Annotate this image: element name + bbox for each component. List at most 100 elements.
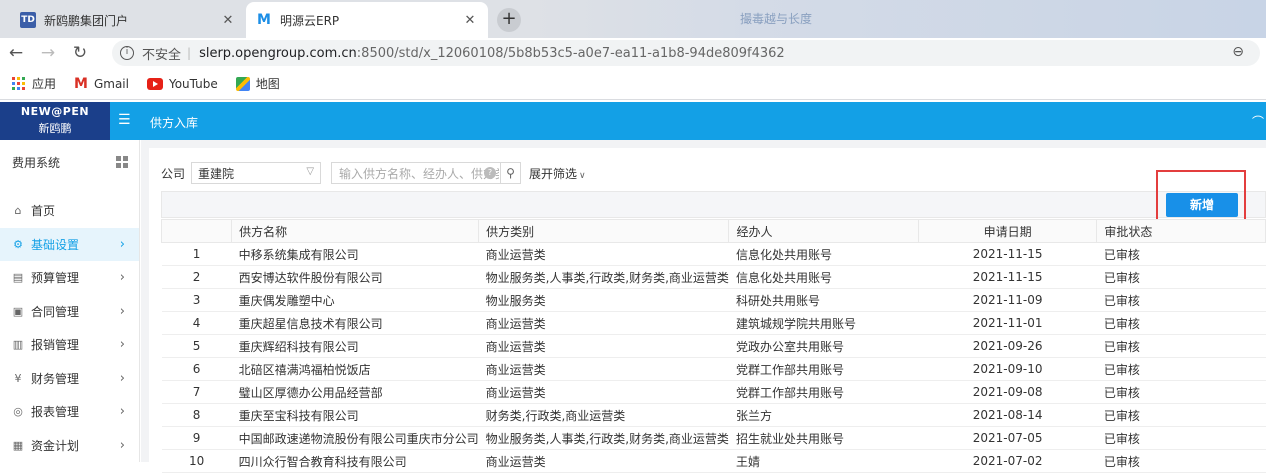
sidebar: 费用系统 ⌂ 首页 ⚙ 基础设置 › ▤ 预算管理 › ▣ 合同管理 › ▥ 报… xyxy=(0,140,140,462)
system-name: 费用系统 xyxy=(12,155,61,170)
supplier-name-cell[interactable]: 中国邮政速递物流股份有限公司重庆市分公司 xyxy=(231,426,479,450)
table-row[interactable]: 1 中移系统集成有限公司 商业运营类 信息化处共用账号 2021-11-15 已审核 xyxy=(161,242,1266,266)
company-select[interactable]: 重建院 ▽ xyxy=(191,162,322,184)
table-row[interactable]: 3 重庆偶发雕塑中心 物业服务类 科研处共用账号 2021-11-09 已审核 xyxy=(161,288,1266,312)
supplier-name-cell[interactable]: 四川众行智合教育科技有限公司 xyxy=(231,449,479,473)
column-header-approval-status[interactable]: 审批状态 xyxy=(1096,219,1266,243)
help-icon[interactable]: ? xyxy=(484,167,497,179)
sidebar-item-finance[interactable]: ¥ 财务管理 › xyxy=(0,362,139,396)
logo-line1: NEW@PEN xyxy=(20,105,90,118)
search-icon[interactable]: ⚲ xyxy=(500,163,520,183)
add-button[interactable]: 新增 xyxy=(1166,193,1238,217)
chevron-down-icon: ∨ xyxy=(579,170,586,181)
supplier-name-cell[interactable]: 重庆至宝科技有限公司 xyxy=(231,403,479,427)
sidebar-item-budget[interactable]: ▤ 预算管理 › xyxy=(0,261,139,295)
handler-cell: 信息化处共用账号 xyxy=(728,265,919,289)
row-index: 6 xyxy=(161,357,232,381)
supplier-category-cell: 商业运营类 xyxy=(478,242,729,266)
reimbursement-icon: ▥ xyxy=(12,338,24,352)
approval-status-cell: 已审核 xyxy=(1096,288,1266,312)
list-panel: 公司 重建院 ▽ 输入供方名称、经办人、供方类别 ? ⚲ 展开筛选∨ 新增 xyxy=(149,148,1266,473)
grid-icon[interactable] xyxy=(116,156,128,168)
table-row[interactable]: 8 重庆至宝科技有限公司 财务类,行政类,商业运营类 张兰方 2021-08-14 已审核 xyxy=(161,403,1266,427)
supplier-category-cell: 商业运营类 xyxy=(478,357,729,381)
sidebar-item-contract[interactable]: ▣ 合同管理 › xyxy=(0,295,139,329)
sidebar-item-label: 首页 xyxy=(31,204,56,219)
table-row[interactable]: 4 重庆超星信息技术有限公司 商业运营类 建筑城规学院共用账号 2021-11-01 已审… xyxy=(161,311,1266,335)
address-bar[interactable]: i 不安全 | slerp.opengroup.com.cn:8500/std/… xyxy=(112,40,1260,66)
browser-tabstrip: 撮毒越与长度 TD 新鸥鹏集团门户 ✕ M 明源云ERP ✕ + xyxy=(0,0,1266,38)
column-header-index xyxy=(160,219,233,243)
bookmark-gmail[interactable]: M Gmail xyxy=(74,76,129,92)
bookmark-maps[interactable]: 地图 xyxy=(235,75,280,92)
apply-date-cell: 2021-11-09 xyxy=(918,288,1097,312)
new-tab-button[interactable]: + xyxy=(497,8,521,32)
url-text[interactable]: slerp.opengroup.com.cn:8500/std/x_120601… xyxy=(199,46,785,61)
row-index: 10 xyxy=(161,449,232,473)
search-placeholder: 输入供方名称、经办人、供方类别 xyxy=(339,166,499,181)
handler-cell: 党政办公室共用账号 xyxy=(728,334,919,358)
sidebar-item-reports[interactable]: ◎ 报表管理 › xyxy=(0,395,139,429)
search-input[interactable]: 输入供方名称、经办人、供方类别 ? ⚲ xyxy=(331,162,522,184)
table-row[interactable]: 2 西安博达软件股份有限公司 物业服务类,人事类,行政类,财务类,商业运营类 信息化处… xyxy=(161,265,1266,289)
apply-date-cell: 2021-07-05 xyxy=(918,426,1097,450)
column-header-supplier-name[interactable]: 供方名称 xyxy=(231,219,480,243)
sidebar-item-label: 财务管理 xyxy=(31,371,80,386)
apply-date-cell: 2021-11-01 xyxy=(918,311,1097,335)
browser-tab-portal[interactable]: TD 新鸥鹏集团门户 ✕ xyxy=(10,2,246,38)
supplier-name-cell[interactable]: 重庆偶发雕塑中心 xyxy=(231,288,479,312)
supplier-category-cell: 物业服务类 xyxy=(478,288,729,312)
bookmark-youtube[interactable]: YouTube xyxy=(146,77,218,91)
supplier-category-cell: 商业运营类 xyxy=(478,380,729,404)
gear-icon: ⚙ xyxy=(13,237,23,251)
browser-toolbar: ← → ↻ i 不安全 | slerp.opengroup.com.cn:850… xyxy=(0,38,1266,68)
supplier-name-cell[interactable]: 北碚区禧满鸿福柏悦饭店 xyxy=(231,357,479,381)
apply-date-cell: 2021-08-14 xyxy=(918,403,1097,427)
system-switcher[interactable]: 费用系统 xyxy=(0,140,139,184)
table-row[interactable]: 6 北碚区禧满鸿福柏悦饭店 商业运营类 党群工作部共用账号 2021-09-10 已审核 xyxy=(161,357,1266,381)
column-header-apply-date[interactable]: 申请日期 xyxy=(917,219,1098,243)
bookmark-label: 应用 xyxy=(32,77,57,91)
sidebar-item-basic-settings[interactable]: ⚙ 基础设置 › xyxy=(0,227,139,261)
reload-icon[interactable]: ↻ xyxy=(64,43,96,63)
supplier-category-cell: 财务类,行政类,商业运营类 xyxy=(478,403,729,427)
supplier-name-cell[interactable]: 重庆辉绍科技有限公司 xyxy=(231,334,479,358)
sidebar-item-fund-plan[interactable]: ▦ 资金计划 › xyxy=(0,429,139,463)
table-row[interactable]: 9 中国邮政速递物流股份有限公司重庆市分公司 物业服务类,人事类,行政类,财务类,商… xyxy=(161,426,1266,450)
supplier-name-cell[interactable]: 西安博达软件股份有限公司 xyxy=(231,265,479,289)
chevron-right-icon: › xyxy=(119,270,125,286)
bookmark-apps[interactable]: 应用 xyxy=(12,75,56,92)
close-icon[interactable]: ✕ xyxy=(220,13,236,28)
zoom-icon[interactable]: ⊖ xyxy=(1232,44,1244,60)
info-icon[interactable]: i xyxy=(120,46,134,60)
close-icon[interactable]: ✕ xyxy=(462,13,478,28)
supplier-name-cell[interactable]: 重庆超星信息技术有限公司 xyxy=(231,311,479,335)
mingyuan-favicon-icon: M xyxy=(257,12,271,28)
supplier-name-cell[interactable]: 中移系统集成有限公司 xyxy=(231,242,479,266)
expand-filter-label: 展开筛选 xyxy=(529,166,578,181)
column-header-supplier-category[interactable]: 供方类别 xyxy=(478,219,730,243)
tab-title: 明源云ERP xyxy=(280,13,340,28)
table-row[interactable]: 7 璧山区厚德办公用品经营部 商业运营类 党群工作部共用账号 2021-09-08 已审核 xyxy=(161,380,1266,404)
sidebar-nav: ⌂ 首页 ⚙ 基础设置 › ▤ 预算管理 › ▣ 合同管理 › ▥ 报销管理 ›… xyxy=(0,194,139,462)
table-row[interactable]: 5 重庆辉绍科技有限公司 商业运营类 党政办公室共用账号 2021-09-26 已审核 xyxy=(161,334,1266,358)
headset-icon[interactable]: ⌒ xyxy=(1252,113,1264,130)
back-arrow-icon[interactable]: ← xyxy=(0,43,32,63)
sidebar-item-reimbursement[interactable]: ▥ 报销管理 › xyxy=(0,328,139,362)
supplier-table: 供方名称 供方类别 经办人 申请日期 审批状态 1 中移系统集成有限公司 商业运营类… xyxy=(160,219,1266,473)
supplier-name-cell[interactable]: 璧山区厚德办公用品经营部 xyxy=(231,380,479,404)
budget-icon: ▤ xyxy=(12,271,24,285)
table-row[interactable]: 10 四川众行智合教育科技有限公司 商业运营类 王婧 2021-07-02 已审核 xyxy=(161,449,1266,473)
expand-filter-link[interactable]: 展开筛选 ∨ xyxy=(529,165,586,182)
browser-tab-erp[interactable]: M 明源云ERP ✕ xyxy=(246,2,488,38)
sidebar-item-home[interactable]: ⌂ 首页 xyxy=(0,194,139,228)
table-header-row: 供方名称 供方类别 经办人 申请日期 审批状态 xyxy=(160,219,1266,243)
handler-cell: 党群工作部共用账号 xyxy=(728,380,919,404)
company-logo[interactable]: NEW@PEN 新鸥鹏 xyxy=(0,102,110,140)
forward-arrow-icon[interactable]: → xyxy=(32,43,64,63)
column-header-handler[interactable]: 经办人 xyxy=(728,219,919,243)
menu-toggle-icon[interactable]: ☰ xyxy=(118,112,131,128)
sidebar-item-label: 合同管理 xyxy=(31,304,80,319)
apply-date-cell: 2021-09-26 xyxy=(918,334,1097,358)
approval-status-cell: 已审核 xyxy=(1096,311,1266,335)
